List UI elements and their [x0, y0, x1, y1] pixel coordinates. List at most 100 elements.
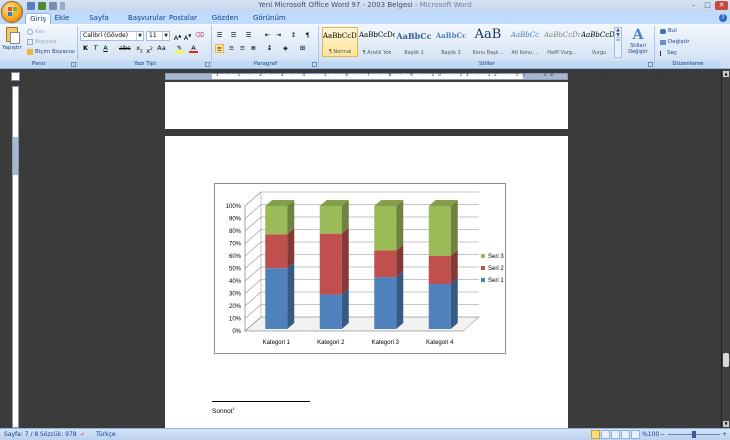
tab-insert[interactable]: Ekle — [53, 13, 71, 24]
style-no-spacing[interactable]: AaBbCcDc ¶ Aralık Yok — [359, 27, 395, 57]
copy-button[interactable]: Kopyala — [27, 39, 57, 45]
zoom-out-icon[interactable]: − — [660, 431, 665, 438]
language[interactable]: Türkçe — [96, 431, 116, 438]
shrink-font-button[interactable]: A▼ — [183, 31, 192, 42]
font-dialog-launcher[interactable] — [205, 62, 210, 67]
line-spacing-icon[interactable]: ↨ — [265, 44, 274, 53]
y-tick-label: 40% — [229, 279, 242, 285]
scroll-up-icon[interactable]: ▲ — [723, 71, 729, 77]
tab-references[interactable]: Başvurular — [128, 13, 166, 24]
superscript-button[interactable]: x2 — [145, 44, 154, 55]
style-name: Vurgu — [591, 50, 607, 56]
clear-format-icon[interactable]: ⌫ — [195, 31, 204, 40]
chevron-down-icon[interactable]: ▼ — [136, 32, 143, 40]
strikethrough-button[interactable]: abc — [119, 44, 131, 53]
borders-icon[interactable]: ⊞ — [298, 44, 307, 53]
tab-selector[interactable] — [11, 72, 20, 81]
zoom-slider-knob[interactable] — [692, 431, 696, 438]
word-count[interactable]: Sözcük: 978 — [40, 431, 77, 438]
show-marks-icon[interactable]: ¶ — [303, 31, 312, 40]
paste-button[interactable]: Yapıştır — [2, 45, 22, 51]
bar-front-2-2 — [319, 233, 342, 295]
style-title[interactable]: AaB Konu Başlı... — [470, 27, 506, 57]
align-center-button[interactable]: ≡ — [227, 44, 236, 53]
change-styles-button[interactable]: A Stilleri Değiştir — [625, 27, 651, 58]
styles-gallery-scroll[interactable]: ▲ ▼ ☰ — [614, 27, 622, 58]
style-subtle-emphasis[interactable]: AaBbCcDı Hafif Vurg... — [544, 27, 580, 57]
tab-mailings[interactable]: Postalar — [169, 13, 197, 24]
font-name-combo[interactable]: Calibri (Gövde) ▼ — [80, 31, 144, 41]
zoom-slider[interactable] — [668, 431, 720, 438]
tab-review[interactable]: Gözden Geçir — [204, 13, 246, 33]
draft-view-button[interactable] — [631, 430, 640, 439]
scrollbar-thumb[interactable] — [723, 353, 729, 367]
outline-view-button[interactable] — [621, 430, 630, 439]
bar-side-2-2 — [341, 227, 349, 295]
find-button[interactable]: Bul — [660, 28, 677, 34]
style-emphasis[interactable]: AaBbCcDı Vurgu — [581, 27, 617, 57]
format-painter-button[interactable]: Biçim Boyacısı — [27, 49, 75, 55]
paragraph-dialog-launcher[interactable] — [312, 62, 317, 67]
view-buttons — [591, 430, 640, 439]
clipboard-dialog-launcher[interactable] — [71, 62, 76, 67]
full-screen-view-button[interactable] — [601, 430, 610, 439]
bold-button[interactable]: K — [81, 44, 90, 53]
bullets-icon[interactable]: ☰ — [215, 31, 224, 40]
zoom-in-icon[interactable]: + — [722, 431, 727, 438]
grow-font-button[interactable]: A▲ — [173, 31, 182, 42]
underline-button[interactable]: A — [101, 44, 110, 53]
document-page-previous[interactable] — [165, 82, 568, 129]
bar-front-2-3 — [374, 250, 397, 278]
tab-page-layout[interactable]: Sayfa Düzeni — [78, 13, 120, 33]
align-left-button[interactable]: ≡ — [215, 44, 224, 53]
window-controls: – □ ✕ — [687, 1, 728, 10]
font-color-icon[interactable]: A — [189, 44, 198, 53]
replace-button[interactable]: Değiştir — [660, 39, 689, 45]
bar-front-3-4 — [428, 206, 451, 256]
change-case-button[interactable]: Aa — [157, 44, 166, 53]
zoom-level[interactable]: %100 — [642, 431, 659, 438]
help-icon[interactable]: ? — [719, 14, 727, 22]
italic-button[interactable]: T — [91, 44, 100, 53]
scroll-down-icon[interactable]: ▼ — [723, 421, 729, 427]
horizontal-ruler[interactable]: 1 · 1 · 2 · 3 · 4 · 5 · 6 · 7 · 8 · 9 · … — [165, 73, 665, 80]
cut-button[interactable]: Kes — [27, 29, 45, 35]
vertical-scrollbar[interactable]: ▲ ▼ — [721, 70, 730, 428]
styles-dialog-launcher[interactable] — [648, 62, 653, 67]
proofing-icon[interactable]: ✓ — [80, 431, 85, 438]
style-subtitle[interactable]: AaBbCc Alt Konu ... — [507, 27, 543, 57]
maximize-button[interactable]: □ — [701, 1, 714, 10]
style-heading-1[interactable]: AaBbCc Başlık 1 — [396, 27, 432, 57]
paste-icon[interactable] — [6, 27, 20, 44]
sort-icon[interactable]: ↕ — [289, 31, 298, 40]
endnote[interactable]: Sonnot1 — [212, 406, 235, 415]
tab-view[interactable]: Görünüm — [253, 13, 286, 24]
increase-indent-icon[interactable]: ⇥ — [274, 31, 283, 40]
y-tick-label: 80% — [229, 229, 242, 235]
shading-icon[interactable]: ◈ — [281, 44, 290, 53]
style-normal[interactable]: AaBbCcDc ¶ Normal — [322, 27, 358, 57]
chart[interactable]: 0% 10% 20% 30% 40% 50% 60% 70% 80% 90% 100% Kategor… — [214, 183, 506, 354]
decrease-indent-icon[interactable]: ⇤ — [263, 31, 272, 40]
multilevel-list-icon[interactable]: ☰ — [244, 31, 253, 40]
style-heading-2[interactable]: AaBbCc Başlık 2 — [433, 27, 469, 57]
font-size-combo[interactable]: 11 ▼ — [146, 31, 170, 41]
minimize-button[interactable]: – — [687, 1, 700, 10]
close-button[interactable]: ✕ — [715, 1, 728, 10]
style-name: Alt Konu ... — [511, 50, 539, 56]
x-tick-label: Kategori 3 — [372, 340, 400, 346]
chevron-down-icon[interactable]: ▼ — [162, 32, 169, 40]
numbering-icon[interactable]: ☰ — [229, 31, 238, 40]
bar-front-1-3 — [374, 277, 397, 329]
web-layout-view-button[interactable] — [611, 430, 620, 439]
align-right-button[interactable]: ≡ — [238, 44, 247, 53]
page-count[interactable]: Sayfa: 7 / 8 — [4, 431, 38, 438]
vertical-ruler[interactable] — [12, 86, 19, 428]
tab-home[interactable]: Giriş — [25, 13, 51, 24]
select-button[interactable]: Seç — [660, 50, 677, 56]
office-button[interactable] — [1, 1, 23, 23]
justify-button[interactable]: ≣ — [249, 44, 258, 53]
print-layout-view-button[interactable] — [591, 430, 600, 439]
highlight-icon[interactable]: ✎ — [175, 44, 184, 53]
subscript-button[interactable]: x2 — [135, 44, 144, 53]
